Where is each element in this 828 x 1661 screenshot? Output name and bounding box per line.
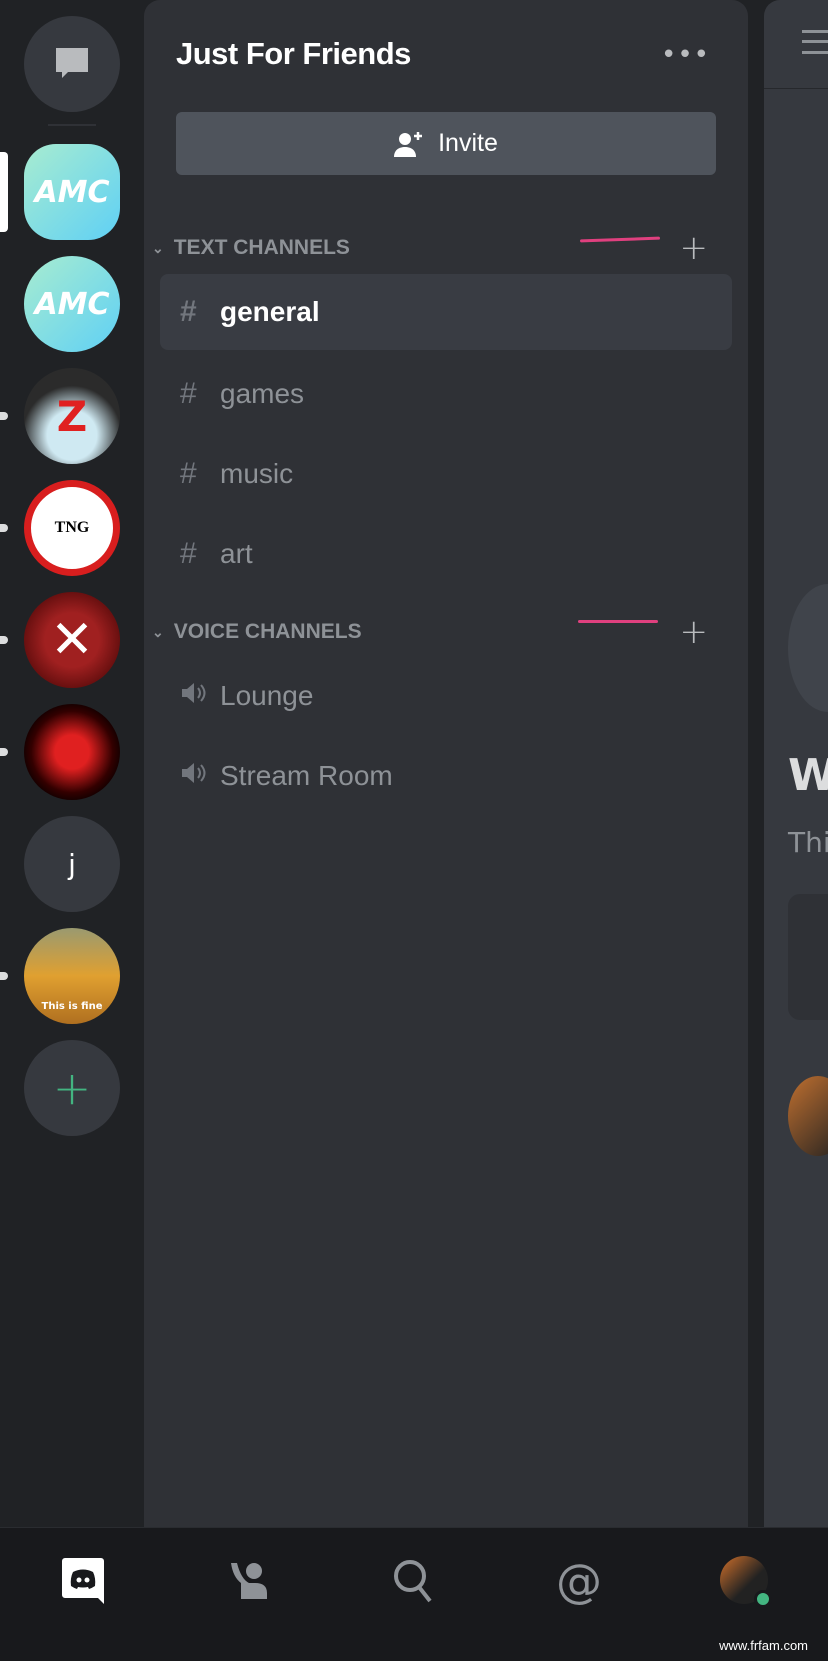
category-voice-channels[interactable]: ⌄ VOICE CHANNELS (152, 620, 362, 644)
unread-indicator (0, 412, 8, 420)
channel-name: general (220, 296, 320, 327)
server-icon-z[interactable]: Z (24, 368, 120, 464)
direct-messages-button[interactable] (24, 16, 120, 112)
channel-name: music (220, 458, 294, 489)
channel-stream-room[interactable]: Stream Room (160, 738, 732, 814)
category-label: TEXT CHANNELS (173, 236, 350, 259)
online-status-icon (754, 1590, 772, 1608)
annotation-mark (578, 620, 658, 623)
discord-logo-icon (62, 1558, 104, 1604)
server-icon-tng[interactable]: TNG (24, 480, 120, 576)
friends-tab[interactable] (224, 1556, 274, 1606)
invite-label: Invite (438, 129, 498, 157)
category-text-channels[interactable]: ⌄ TEXT CHANNELS (152, 236, 350, 260)
server-icon-crossed[interactable]: ✕ (24, 592, 120, 688)
welcome-heading: W (788, 750, 828, 801)
welcome-card[interactable] (788, 894, 828, 1020)
channel-name: Stream Room (220, 760, 393, 791)
hash-icon: # (180, 537, 197, 570)
home-tab[interactable] (58, 1556, 108, 1606)
category-label: VOICE CHANNELS (173, 620, 362, 643)
server-icon-j[interactable]: j (24, 816, 120, 912)
chevron-down-icon: ⌄ (152, 239, 164, 256)
chat-bubble-icon (56, 48, 88, 78)
channel-name: games (220, 378, 305, 409)
speaker-icon (180, 759, 220, 793)
plus-icon: + (52, 1061, 92, 1115)
add-text-channel-button[interactable]: + (680, 228, 709, 268)
hash-icon: # (180, 295, 197, 328)
channel-games[interactable]: # games (160, 356, 732, 432)
header-divider (764, 88, 828, 89)
channel-name: art (220, 538, 253, 569)
channel-art[interactable]: # art (160, 516, 732, 592)
speaker-icon (180, 679, 220, 713)
channel-general[interactable]: # general (160, 274, 732, 350)
chevron-down-icon: ⌄ (152, 623, 164, 640)
at-sign-icon: @ (556, 1554, 602, 1608)
server-icon-amc-1[interactable]: AMC (24, 144, 120, 240)
more-options-icon[interactable]: ••• (661, 40, 710, 70)
profile-tab[interactable] (720, 1556, 772, 1608)
unread-indicator (0, 636, 8, 644)
search-tab[interactable] (388, 1556, 438, 1606)
server-icon-amc-2[interactable]: AMC (24, 256, 120, 352)
mentions-tab[interactable]: @ (554, 1554, 604, 1608)
server-title[interactable]: Just For Friends (176, 36, 411, 72)
channel-panel: Just For Friends ••• Invite ⌄ TEXT CHANNE… (144, 0, 748, 1527)
add-user-icon (394, 131, 423, 157)
unread-indicator (0, 524, 8, 532)
add-voice-channel-button[interactable]: + (680, 612, 709, 652)
invite-button[interactable]: Invite (176, 112, 716, 175)
crossed-tools-icon: ✕ (50, 610, 94, 670)
welcome-text: Thi (788, 826, 828, 859)
selected-indicator (0, 152, 8, 232)
channel-name: Lounge (220, 680, 314, 711)
unread-indicator (0, 972, 8, 980)
hash-icon: # (180, 377, 197, 410)
channel-lounge[interactable]: Lounge (160, 658, 732, 734)
server-icon-bowser[interactable] (24, 704, 120, 800)
welcome-icon (788, 584, 828, 712)
server-rail: AMC AMC Z TNG ✕ j This is fine + (0, 0, 144, 1527)
hash-icon: # (180, 457, 197, 490)
annotation-mark (579, 236, 661, 243)
unread-indicator (0, 748, 8, 756)
chat-pane-peek[interactable]: W Thi (764, 0, 828, 1527)
user-avatar[interactable] (788, 1076, 828, 1156)
search-icon (394, 1560, 432, 1603)
friends-wave-icon (231, 1563, 267, 1599)
channel-music[interactable]: # music (160, 436, 732, 512)
watermark: www.frfam.com (719, 1638, 808, 1653)
server-icon-this-is-fine[interactable]: This is fine (24, 928, 120, 1024)
rail-separator (48, 124, 96, 126)
bottom-nav: @ www.frfam.com (0, 1527, 828, 1661)
hamburger-icon[interactable] (802, 30, 828, 54)
add-server-button[interactable]: + (24, 1040, 120, 1136)
